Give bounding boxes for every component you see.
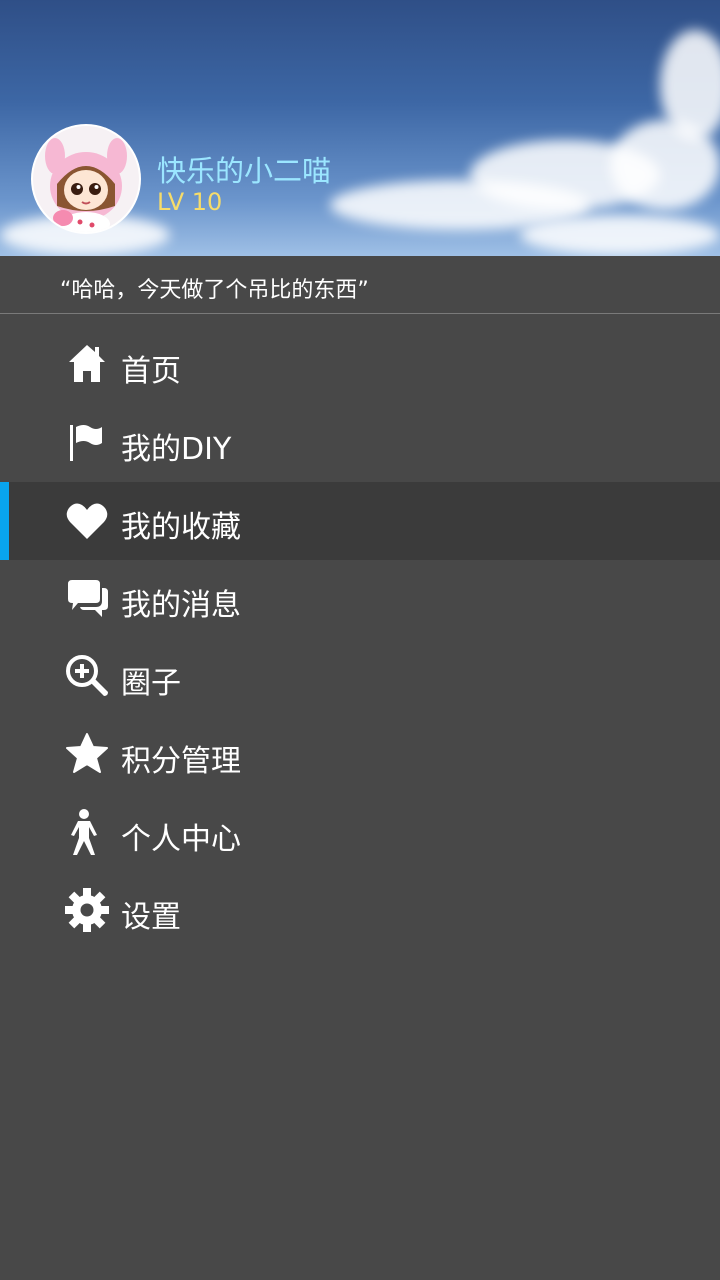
menu-item-home[interactable]: 首页 [0,326,720,404]
menu-item-label: 个人中心 [121,822,241,857]
user-level: LV 10 [157,188,223,216]
profile-header: 快乐的小二喵 LV 10 [0,0,720,256]
person-icon [71,809,97,855]
menu-item-label: 圈子 [121,666,181,701]
navigation-menu: 首页 我的DIY 我的收藏 我的消息 圈子 积分管理 个人中心 设置 [0,326,720,950]
menu-item-my-diy[interactable]: 我的DIY [0,404,720,482]
menu-item-label: 我的消息 [121,588,241,623]
menu-item-my-messages[interactable]: 我的消息 [0,560,720,638]
menu-item-settings[interactable]: 设置 [0,872,720,950]
avatar-girl-illustration [45,138,127,232]
chat-bubbles-icon [68,580,108,617]
menu-item-my-favorites[interactable]: 我的收藏 [0,482,720,560]
signature-bar: “哈哈，今天做了个吊比的东西” [0,256,720,314]
heart-icon [66,503,108,539]
zoom-in-icon [66,655,108,696]
username: 快乐的小二喵 [157,154,332,188]
home-icon [69,345,105,382]
gear-icon [65,888,109,932]
menu-item-label: 首页 [121,354,181,389]
menu-item-label: 积分管理 [121,744,241,779]
menu-item-label: 我的DIY [121,432,232,467]
menu-item-points-management[interactable]: 积分管理 [0,716,720,794]
menu-item-label: 设置 [121,900,181,935]
star-icon [66,733,108,773]
menu-item-label: 我的收藏 [121,510,241,545]
cloud-shape [520,215,720,255]
user-signature: “哈哈，今天做了个吊比的东西” [60,278,369,303]
menu-item-personal-center[interactable]: 个人中心 [0,794,720,872]
menu-item-circles[interactable]: 圈子 [0,638,720,716]
flag-icon [70,425,102,461]
avatar[interactable] [31,124,141,234]
